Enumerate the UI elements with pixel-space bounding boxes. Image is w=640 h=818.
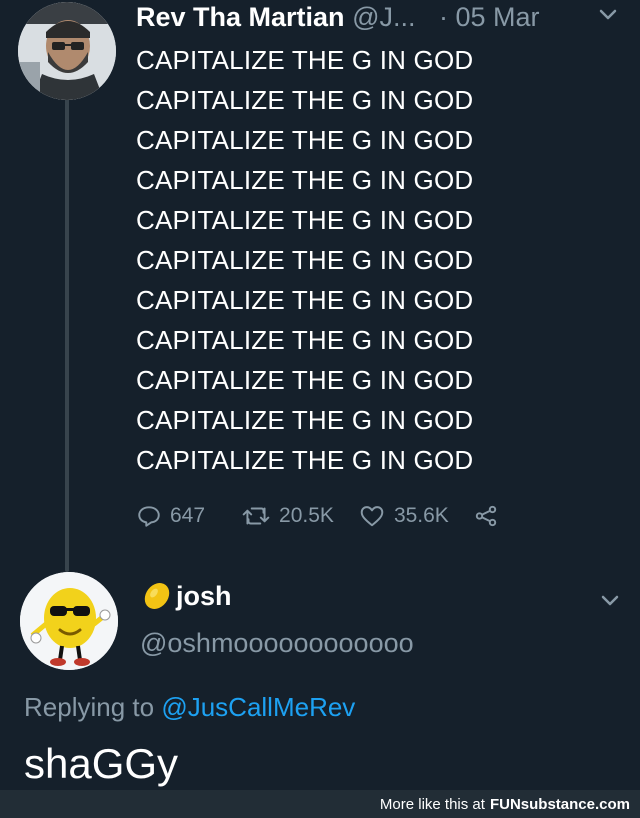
tweet-line: CAPITALIZE THE G IN GOD (136, 285, 474, 315)
lemon-character-icon (20, 572, 118, 670)
tweet-line: CAPITALIZE THE G IN GOD (136, 325, 474, 355)
tweet-line: CAPITALIZE THE G IN GOD (136, 365, 474, 395)
tweet-text: CAPITALIZE THE G IN GOD CAPITALIZE THE G… (136, 40, 616, 480)
replying-prefix: Replying to (24, 692, 155, 722)
tweet-date[interactable]: · 05 Mar (439, 2, 540, 32)
tweet-actions: 647 20.5K 35.6K (136, 498, 576, 534)
chevron-down-icon[interactable] (598, 588, 622, 612)
like-count: 35.6K (393, 504, 449, 527)
retweet-icon (242, 507, 270, 525)
replying-to: Replying to @JusCallMeRev (24, 692, 355, 723)
like-button[interactable]: 35.6K (358, 503, 449, 529)
thread-connector-line (65, 92, 69, 572)
chevron-down-icon[interactable] (596, 2, 620, 26)
retweet-count: 20.5K (279, 504, 334, 527)
replying-to-link[interactable]: @JusCallMeRev (161, 692, 355, 722)
lemon-icon (144, 583, 170, 609)
author-handle[interactable]: @J... (352, 2, 415, 32)
tweet-line: CAPITALIZE THE G IN GOD (136, 405, 474, 435)
tweet-line: CAPITALIZE THE G IN GOD (136, 85, 474, 115)
reply-header: josh (140, 576, 620, 616)
footer-brand-fun[interactable]: FUN (490, 796, 521, 813)
footer-prefix: More like this at (379, 795, 485, 813)
reply-author-handle[interactable]: @oshmoooooooooooo (140, 628, 414, 659)
avatar[interactable] (20, 572, 118, 670)
share-icon (475, 505, 497, 527)
tweet-line: CAPITALIZE THE G IN GOD (136, 445, 474, 475)
avatar-man-icon (18, 2, 116, 100)
footer-brand-rest[interactable]: substance.com (521, 796, 630, 813)
watermark-footer: More like this at FUN substance.com (0, 790, 640, 818)
reply-author-name[interactable]: josh (176, 581, 232, 612)
tweet-line: CAPITALIZE THE G IN GOD (136, 205, 474, 235)
reply-count: 647 (170, 504, 206, 527)
reply-icon (138, 506, 160, 527)
reply-text: shaGGy (24, 740, 179, 787)
avatar[interactable] (18, 2, 116, 100)
tweet-line: CAPITALIZE THE G IN GOD (136, 245, 474, 275)
reply-button[interactable]: 647 (136, 503, 205, 529)
tweet-line: CAPITALIZE THE G IN GOD (136, 45, 474, 75)
author-name[interactable]: Rev Tha Martian (136, 2, 345, 32)
heart-icon (360, 506, 384, 527)
retweet-button[interactable]: 20.5K (241, 503, 334, 529)
tweet-header: Rev Tha Martian @J... · 05 Mar (136, 0, 626, 36)
tweet-line: CAPITALIZE THE G IN GOD (136, 125, 474, 155)
tweet-line: CAPITALIZE THE G IN GOD (136, 165, 474, 195)
share-button[interactable] (473, 503, 499, 529)
